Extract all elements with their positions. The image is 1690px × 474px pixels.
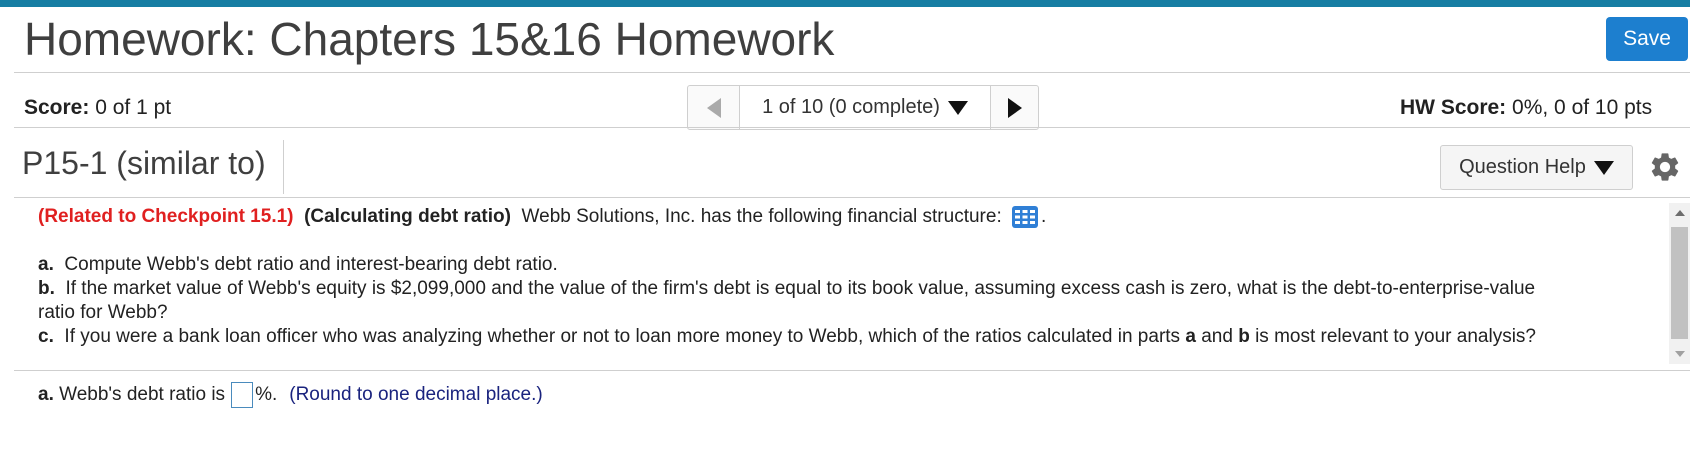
- scroll-down-button[interactable]: [1669, 344, 1690, 364]
- gear-icon[interactable]: [1648, 150, 1682, 184]
- score-label: Score:: [24, 96, 90, 119]
- divider: [14, 370, 1690, 371]
- scroll-up-button[interactable]: [1669, 203, 1690, 223]
- hw-score-value: 0%, 0 of 10 pts: [1512, 96, 1653, 119]
- question-select-dropdown[interactable]: 1 of 10 (0 complete): [740, 86, 991, 129]
- part-c: c. If you were a bank loan officer who w…: [38, 325, 1658, 349]
- question-title: P15-1 (similar to): [22, 145, 266, 181]
- rounding-hint: (Round to one decimal place.): [289, 384, 543, 405]
- question-intro: (Related to Checkpoint 15.1) (Calculatin…: [38, 205, 1658, 229]
- part-c-text: If you were a bank loan officer who was …: [64, 326, 1181, 348]
- score: Score: 0 of 1 pt: [24, 96, 171, 120]
- caret-down-icon: [1593, 160, 1614, 175]
- divider: [14, 127, 1690, 128]
- hw-score: HW Score: 0%, 0 of 10 pts: [1400, 96, 1652, 120]
- chevron-left-icon: [706, 97, 721, 118]
- scrollbar-thumb[interactable]: [1671, 227, 1688, 339]
- part-c-label: c.: [38, 326, 54, 348]
- next-question-button[interactable]: [991, 86, 1038, 129]
- divider: [14, 72, 1690, 73]
- intro-period: .: [1041, 206, 1047, 228]
- arrow-down-icon: [1674, 351, 1685, 357]
- question-content: (Related to Checkpoint 15.1) (Calculatin…: [38, 205, 1658, 349]
- chevron-right-icon: [1007, 97, 1022, 118]
- hw-score-label: HW Score:: [1400, 96, 1507, 119]
- part-c-text-end: is most relevant to your analysis?: [1255, 326, 1536, 348]
- top-accent-bar: [0, 0, 1690, 7]
- related-checkpoint-link[interactable]: (Related to Checkpoint 15.1): [38, 206, 294, 227]
- answer-prompt: Webb's debt ratio is: [59, 384, 226, 405]
- divider: [14, 197, 1690, 198]
- part-b-label: b.: [38, 278, 55, 300]
- question-intro-text: Webb Solutions, Inc. has the following f…: [521, 206, 1002, 228]
- debt-ratio-input[interactable]: [231, 382, 254, 408]
- part-b-text: If the market value of Webb's equity is …: [38, 278, 1536, 324]
- question-scrollbar[interactable]: [1669, 203, 1690, 364]
- table-grid-icon[interactable]: [1011, 205, 1039, 229]
- part-a-text: Compute Webb's debt ratio and interest-b…: [64, 254, 558, 276]
- previous-question-button[interactable]: [688, 86, 740, 129]
- part-c-and: and: [1201, 326, 1233, 348]
- part-a-label: a.: [38, 254, 54, 276]
- caret-down-icon: [947, 100, 968, 115]
- answer-part-label: a.: [38, 384, 54, 405]
- answer-suffix: %.: [255, 384, 278, 405]
- question-topic: (Calculating debt ratio): [304, 206, 511, 228]
- question-help-label: Question Help: [1459, 156, 1586, 178]
- page-title: Homework: Chapters 15&16 Homework: [24, 13, 835, 65]
- question-help-button[interactable]: Question Help: [1440, 145, 1633, 190]
- part-a: a. Compute Webb's debt ratio and interes…: [38, 253, 1658, 277]
- question-navigator: 1 of 10 (0 complete): [687, 85, 1039, 130]
- part-c-bold-a: a: [1185, 326, 1196, 348]
- part-b: b. If the market value of Webb's equity …: [38, 277, 1538, 325]
- question-position: 1 of 10 (0 complete): [762, 96, 940, 118]
- score-value: 0 of 1 pt: [95, 96, 172, 119]
- save-button[interactable]: Save: [1606, 17, 1688, 61]
- arrow-up-icon: [1674, 210, 1685, 216]
- title-divider: [283, 140, 284, 194]
- part-c-bold-b: b: [1238, 326, 1250, 348]
- answer-row: a. Webb's debt ratio is %. (Round to one…: [38, 380, 543, 410]
